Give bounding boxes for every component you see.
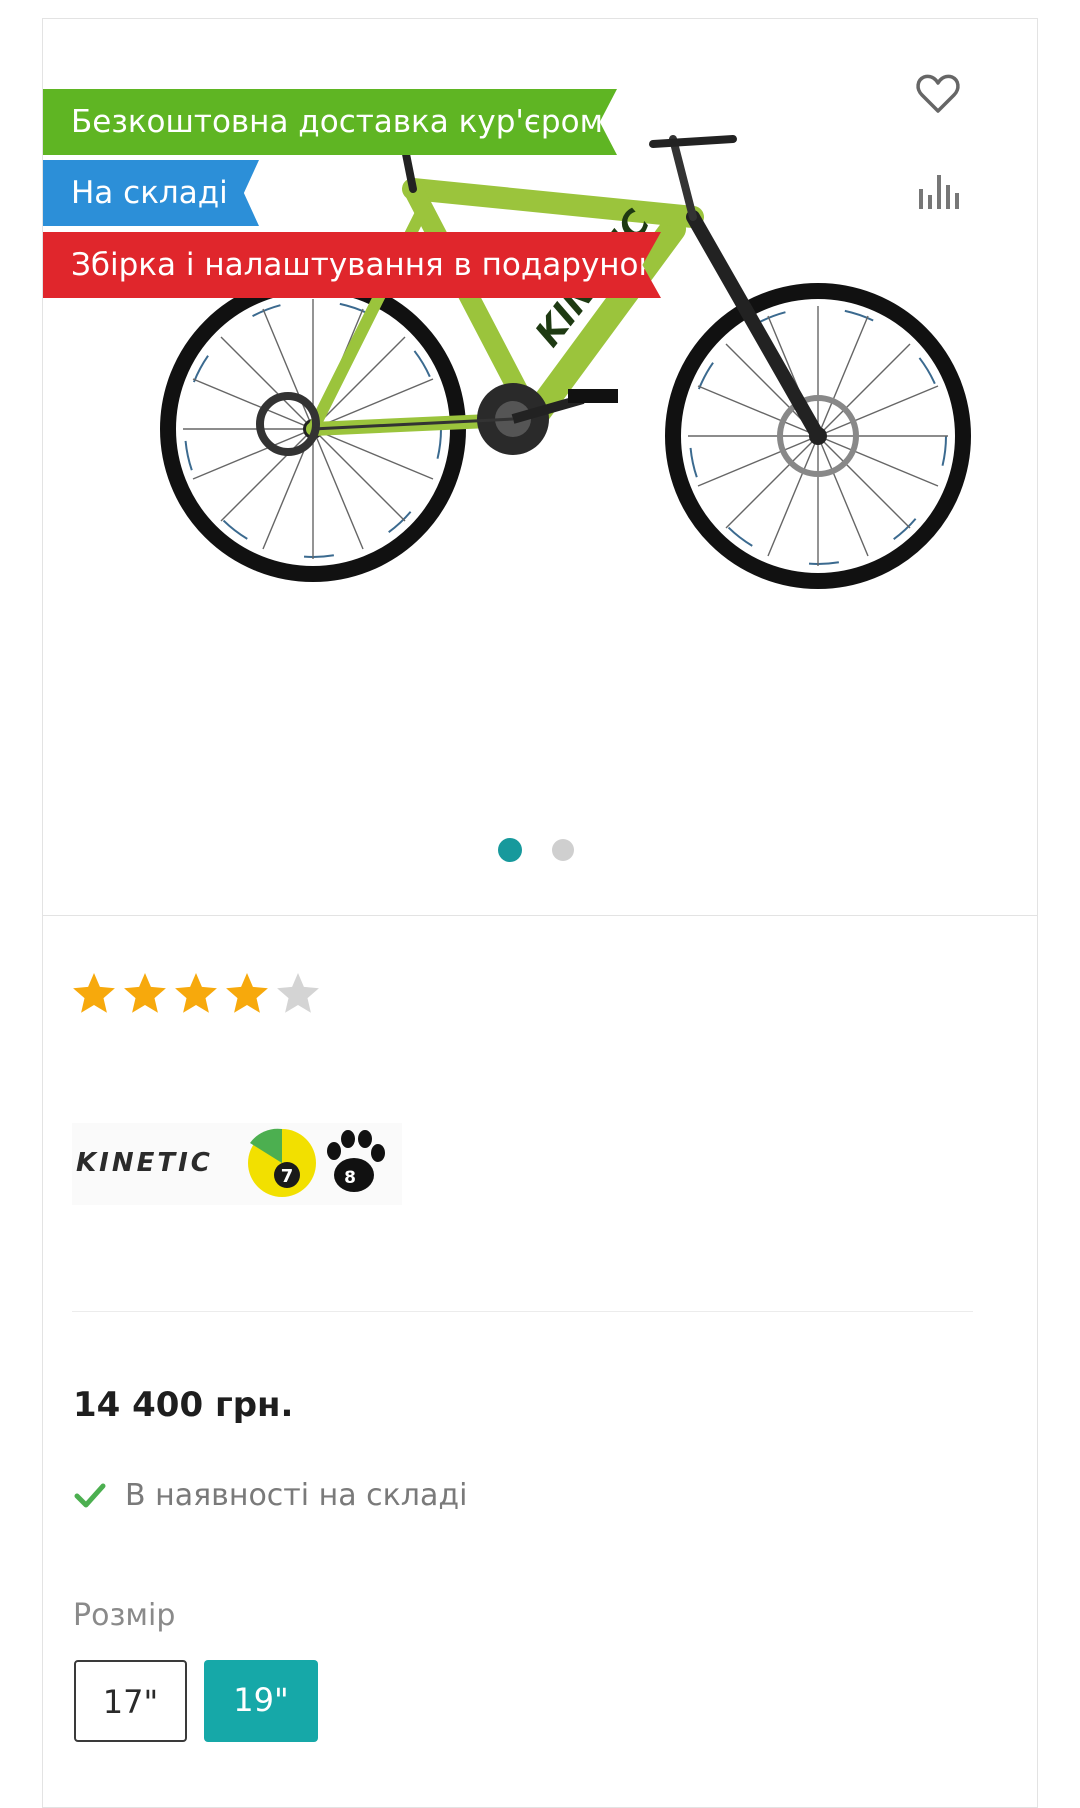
logo-badge-8: 8 bbox=[344, 1168, 356, 1188]
logo-badge-7: 7 bbox=[281, 1166, 294, 1187]
bar-chart-icon[interactable] bbox=[913, 167, 963, 217]
product-card: KINETIC Безкоштовна доставка кур'єром На… bbox=[42, 18, 1038, 1808]
gallery-pagination bbox=[43, 834, 1037, 864]
heart-icon[interactable] bbox=[913, 69, 963, 119]
star-empty-icon bbox=[277, 973, 319, 1013]
availability-status: В наявності на складі bbox=[73, 1475, 467, 1515]
star-filled-icon bbox=[73, 973, 115, 1013]
bicycle-image[interactable]: KINETIC bbox=[113, 99, 1013, 679]
brand-logo[interactable]: KINETIC 7 8 bbox=[72, 1123, 402, 1205]
brand-logo-text: KINETIC bbox=[76, 1148, 213, 1178]
rating-stars bbox=[73, 973, 319, 1013]
badge-in-stock: На складі bbox=[43, 160, 259, 226]
product-gallery[interactable]: KINETIC Безкоштовна доставка кур'єром На… bbox=[43, 19, 1037, 916]
size-option-17[interactable]: 17" bbox=[74, 1660, 187, 1742]
check-icon bbox=[74, 1483, 106, 1508]
gallery-dot-1[interactable] bbox=[498, 838, 522, 862]
size-label: Розмір bbox=[73, 1598, 176, 1633]
size-option-19[interactable]: 19" bbox=[204, 1660, 318, 1742]
star-filled-icon bbox=[124, 973, 166, 1013]
gallery-dot-2[interactable] bbox=[552, 839, 574, 861]
star-filled-icon bbox=[226, 973, 268, 1013]
availability-text: В наявності на складі bbox=[125, 1477, 468, 1513]
section-divider bbox=[72, 1311, 973, 1312]
badge-free-assembly: Збірка і налаштування в подарунок bbox=[43, 232, 661, 298]
star-filled-icon bbox=[175, 973, 217, 1013]
badge-free-delivery: Безкоштовна доставка кур'єром bbox=[43, 89, 617, 155]
product-price: 14 400 грн. bbox=[73, 1385, 294, 1425]
